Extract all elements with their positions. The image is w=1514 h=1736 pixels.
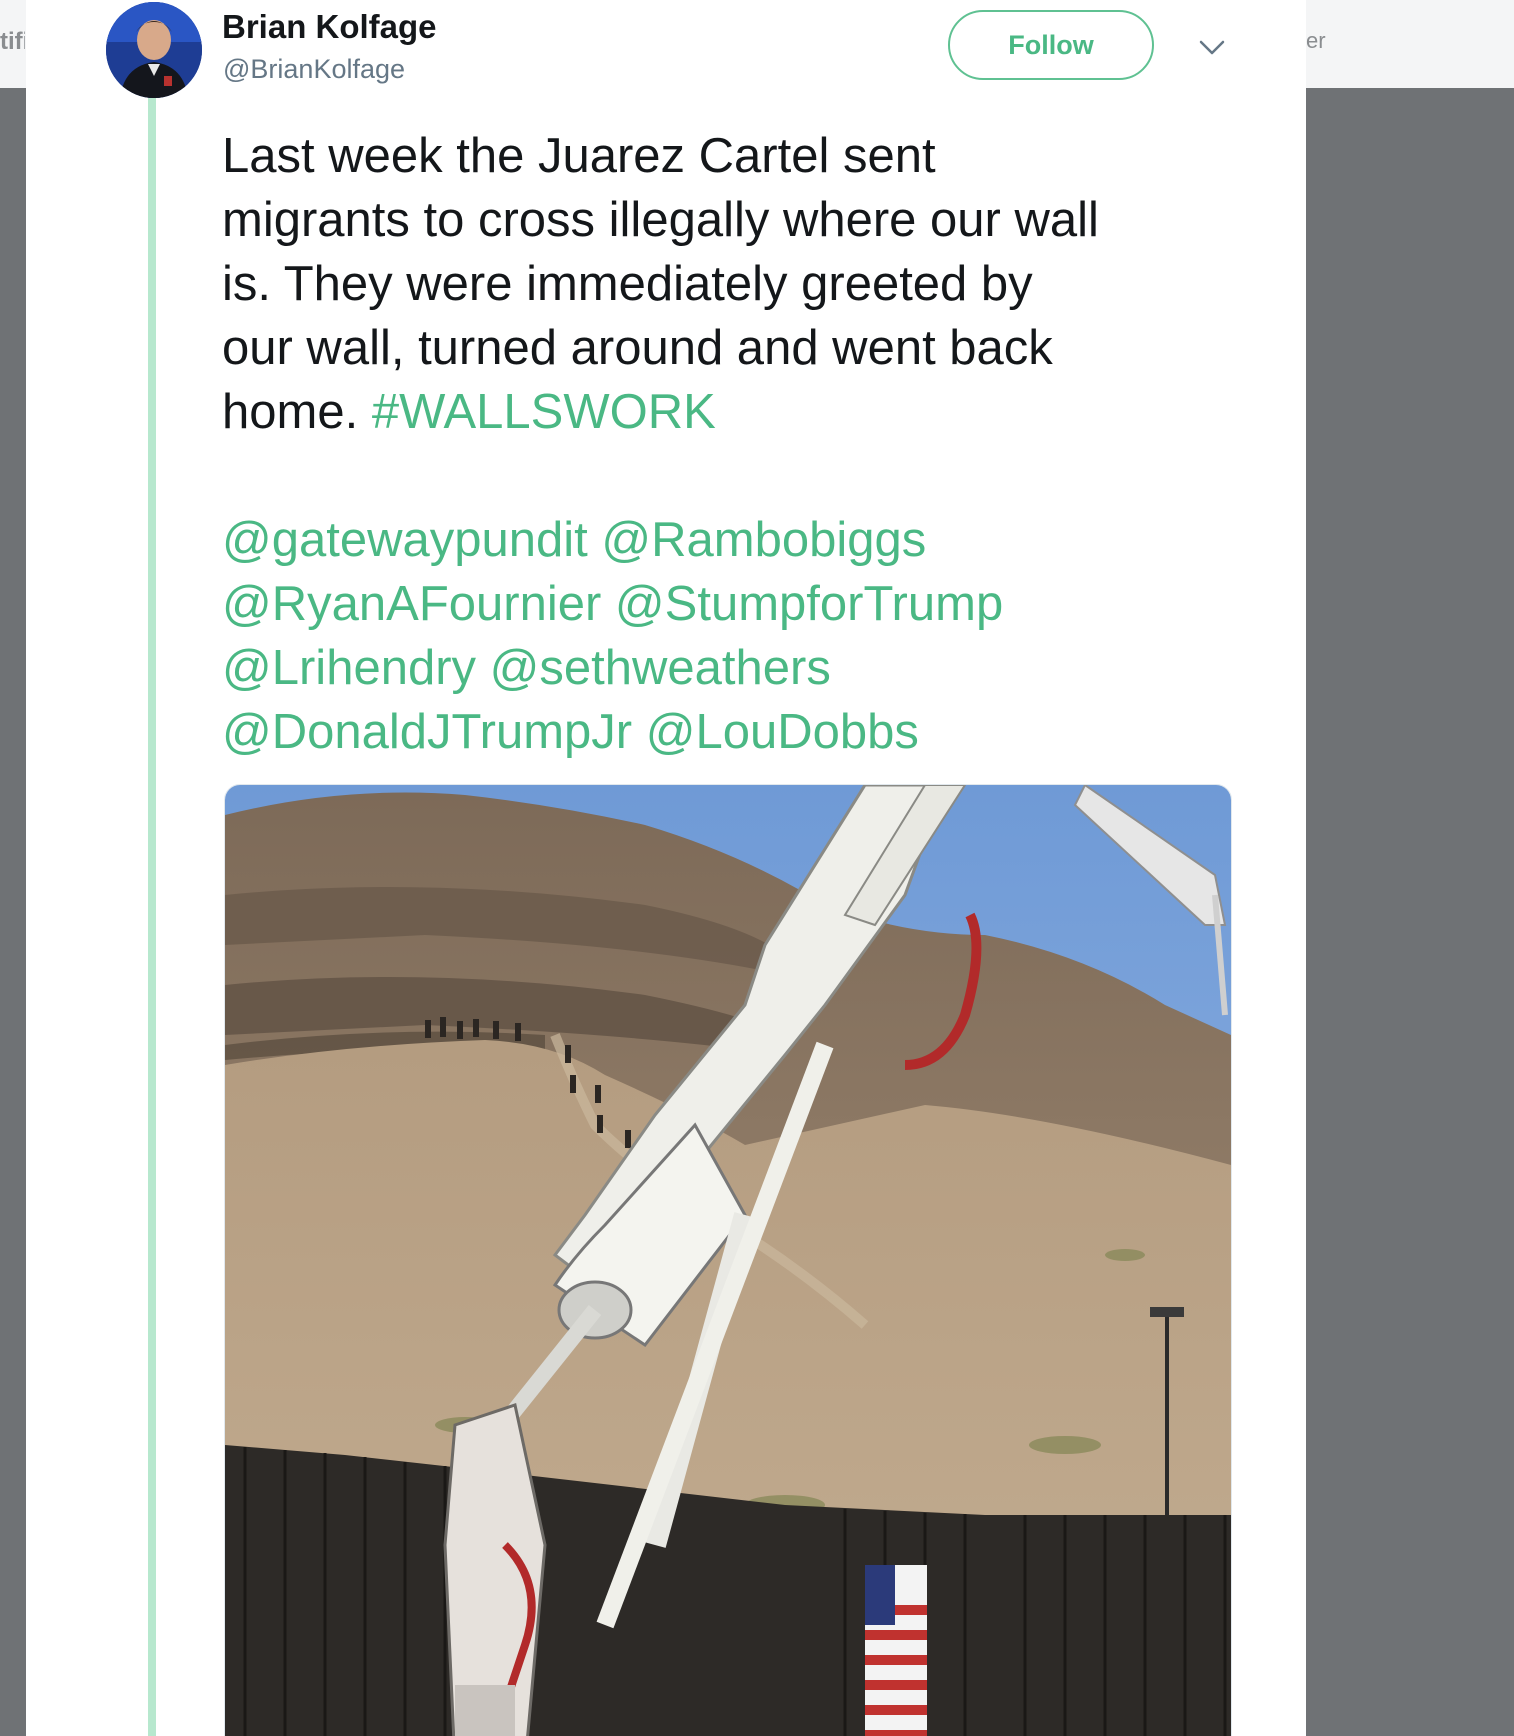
- tweet-text-line: Last week the Juarez Cartel sent: [222, 129, 936, 183]
- author-name[interactable]: Brian Kolfage: [222, 8, 437, 46]
- mention-link[interactable]: @Lrihendry: [222, 641, 476, 695]
- tweet-text-line: migrants to cross illegally where our wa…: [222, 193, 1099, 247]
- mention-line: @DonaldJTrumpJr @LouDobbs: [222, 700, 1272, 764]
- photo-border-wall-crane: [225, 785, 1231, 1736]
- mention-link[interactable]: @StumpforTrump: [615, 577, 1003, 631]
- tweet-text-line-last: home. #WALLSWORK: [222, 380, 1272, 444]
- mention-line: @RyanAFournier @StumpforTrump: [222, 572, 1272, 636]
- background-overlay-left: [0, 88, 26, 1736]
- tweet-text-line: is. They were immediately greeted by: [222, 257, 1033, 311]
- tweet-menu-button[interactable]: [1194, 30, 1230, 66]
- mention-link[interactable]: @sethweathers: [490, 641, 831, 695]
- background-overlay-right: [1306, 88, 1514, 1736]
- thread-line: [148, 98, 156, 1736]
- tweet-card: Brian Kolfage @BrianKolfage Follow Last …: [26, 0, 1306, 1736]
- avatar-image: [106, 2, 202, 98]
- mention-link[interactable]: @Rambobiggs: [601, 513, 926, 567]
- author-handle[interactable]: @BrianKolfage: [223, 54, 405, 85]
- avatar[interactable]: [106, 2, 202, 98]
- tweet-photo[interactable]: [224, 784, 1232, 1736]
- mention-line: @gatewaypundit @Rambobiggs: [222, 508, 1272, 572]
- tweet-text-line: our wall, turned around and went back: [222, 321, 1053, 375]
- hashtag-link[interactable]: #WALLSWORK: [372, 385, 716, 439]
- tweet-text-fragment: home.: [222, 385, 359, 439]
- follow-button[interactable]: Follow: [948, 10, 1154, 80]
- mention-link[interactable]: @LouDobbs: [646, 705, 919, 759]
- mention-link[interactable]: @DonaldJTrumpJr: [222, 705, 632, 759]
- mention-link[interactable]: @gatewaypundit: [222, 513, 588, 567]
- background-left-text: tifi: [0, 28, 25, 55]
- mention-link[interactable]: @RyanAFournier: [222, 577, 601, 631]
- chevron-down-icon: [1199, 40, 1225, 55]
- tweet-text: Last week the Juarez Cartel sent migrant…: [222, 124, 1272, 764]
- mention-line: @Lrihendry @sethweathers: [222, 636, 1272, 700]
- background-right-text: er: [1306, 28, 1326, 53]
